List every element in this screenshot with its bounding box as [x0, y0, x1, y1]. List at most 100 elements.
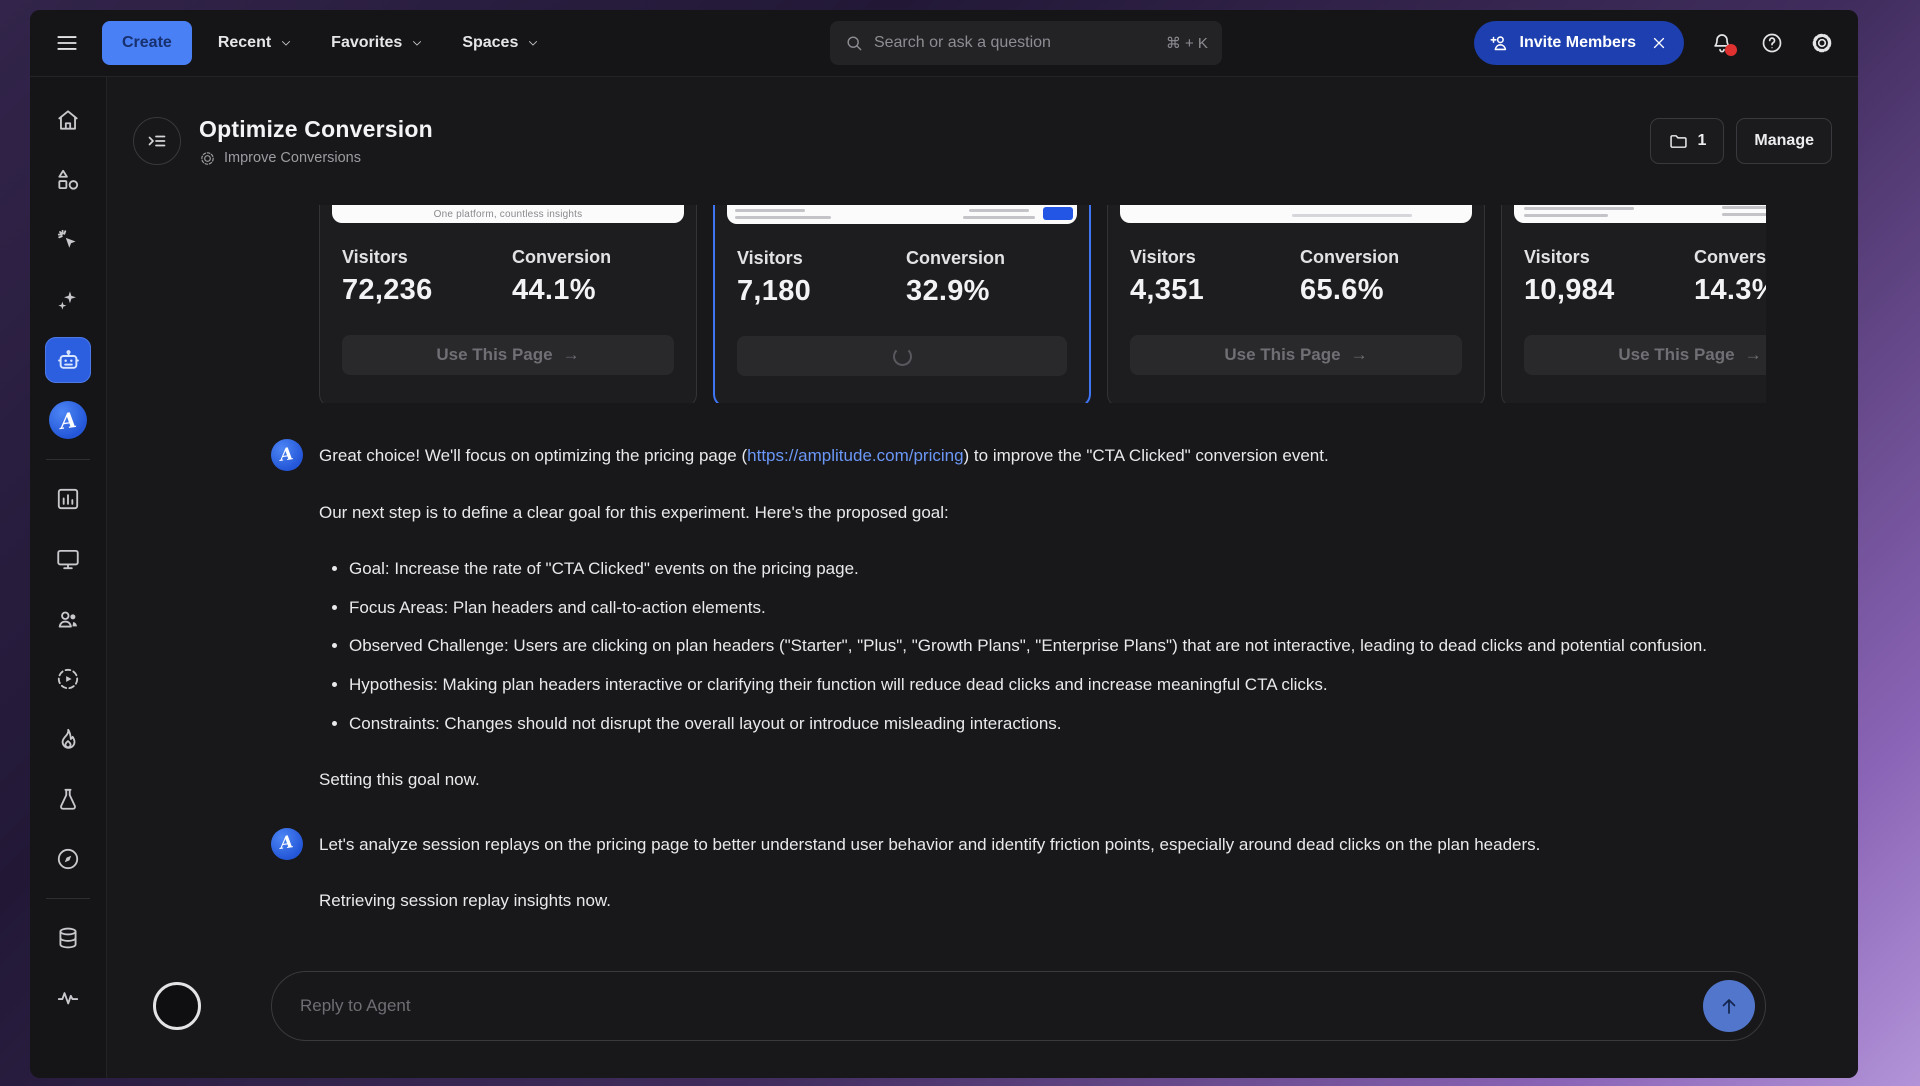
page-header: Optimize Conversion Improve Conversions …	[107, 77, 1858, 205]
page-thumbnail	[725, 205, 1079, 224]
conversion-value: 44.1%	[512, 274, 674, 307]
page-thumbnail	[1512, 205, 1766, 223]
arrow-right-icon: →	[1745, 345, 1762, 365]
reply-box	[271, 971, 1766, 1041]
sidebar-item-dashboards[interactable]	[55, 546, 81, 572]
page-option-card[interactable]: One platform, countless insights Visitor…	[319, 205, 697, 403]
page-option-card[interactable]: Visitors Conversion 4,351 65.6% Use This…	[1107, 205, 1485, 403]
agent-message: A Great choice! We'll focus on optimizin…	[319, 441, 1766, 796]
chat-scroll-area[interactable]: One platform, countless insights Visitor…	[107, 205, 1858, 960]
play-circle-icon	[55, 666, 81, 692]
loading-spinner-icon	[893, 347, 912, 366]
sidebar-item-amplitude[interactable]: A	[49, 401, 87, 439]
notifications-button[interactable]	[1710, 31, 1734, 55]
sidebar-item-home[interactable]	[55, 107, 81, 133]
use-this-page-button[interactable]: Use This Page →	[1130, 335, 1462, 375]
users-icon	[55, 606, 81, 632]
invite-dismiss-button[interactable]	[1650, 34, 1668, 52]
agent-stop-button[interactable]	[153, 982, 201, 1030]
chevron-down-icon	[526, 36, 540, 50]
conversion-label: Conversion	[1694, 247, 1766, 268]
conversion-value: 14.3%	[1694, 274, 1766, 307]
page-option-card-selected[interactable]: Visitors Conversion 7,180 32.9%	[713, 205, 1091, 403]
reply-composer	[107, 960, 1858, 1078]
amplitude-logo-icon: A	[58, 406, 78, 433]
sidebar-item-experiment[interactable]	[55, 786, 81, 812]
search-input[interactable]: Search or ask a question ⌘ + K	[830, 21, 1222, 65]
chevron-down-icon	[410, 36, 424, 50]
chevron-down-icon	[279, 36, 293, 50]
indent-lines-icon	[145, 129, 169, 153]
use-this-page-button[interactable]: Use This Page →	[342, 335, 674, 375]
app-window: Create Recent Favorites Spaces Search or…	[30, 10, 1858, 1078]
folder-icon	[1668, 131, 1689, 152]
message-paragraph: Let's analyze session replays on the pri…	[319, 830, 1766, 861]
search-shortcut: ⌘ + K	[1166, 34, 1208, 52]
sidebar-item-session-replay[interactable]	[55, 666, 81, 692]
create-button[interactable]: Create	[102, 21, 192, 65]
page-option-card[interactable]: Visitors Conversion 10,984 14.3% Use Thi…	[1501, 205, 1766, 403]
sidebar-item-data[interactable]	[55, 925, 81, 951]
invite-members-button[interactable]: Invite Members	[1474, 21, 1684, 65]
recent-menu[interactable]: Recent	[218, 34, 293, 52]
loading-button	[737, 336, 1067, 376]
sidebar-divider	[46, 898, 90, 899]
conversion-label: Conversion	[512, 247, 674, 268]
person-plus-icon	[1488, 32, 1510, 54]
flask-icon	[55, 786, 81, 812]
sidebar-item-web-experiment[interactable]	[55, 846, 81, 872]
collapse-panel-button[interactable]	[133, 117, 181, 165]
goal-target-icon	[199, 150, 216, 167]
question-circle-icon	[1760, 31, 1784, 55]
sidebar-item-objects[interactable]	[55, 167, 81, 193]
pulse-icon	[55, 985, 81, 1011]
page-thumbnail	[1118, 205, 1474, 223]
sidebar-item-agent[interactable]	[45, 337, 91, 383]
workspace-count-button[interactable]: 1	[1650, 118, 1725, 164]
spaces-menu[interactable]: Spaces	[462, 34, 540, 52]
favorites-menu[interactable]: Favorites	[331, 34, 424, 52]
goal-bullet-list: Goal: Increase the rate of "CTA Clicked"…	[319, 554, 1766, 739]
search-icon	[844, 33, 864, 53]
visitors-value: 7,180	[737, 275, 906, 308]
settings-button[interactable]	[1810, 31, 1834, 55]
bullet-goal: Goal: Increase the rate of "CTA Clicked"…	[349, 554, 1766, 585]
help-button[interactable]	[1760, 31, 1784, 55]
arrow-up-icon	[1717, 994, 1741, 1018]
page-subtitle: Improve Conversions	[224, 150, 361, 166]
manage-button[interactable]: Manage	[1736, 118, 1832, 164]
sidebar-item-charts[interactable]	[55, 486, 81, 512]
hamburger-icon	[54, 30, 80, 56]
agent-message: A Let's analyze session replays on the p…	[319, 830, 1766, 917]
shapes-icon	[55, 167, 81, 193]
sidebar-item-ai[interactable]	[55, 287, 81, 313]
gear-icon	[1810, 31, 1834, 55]
bar-chart-icon	[55, 486, 81, 512]
pricing-page-link[interactable]: https://amplitude.com/pricing	[747, 446, 963, 465]
message-paragraph: Great choice! We'll focus on optimizing …	[319, 441, 1766, 472]
sidebar-item-autocapture[interactable]	[55, 227, 81, 253]
top-nav: Create Recent Favorites Spaces Search or…	[30, 10, 1858, 77]
visitors-label: Visitors	[1524, 247, 1694, 268]
conversion-value: 32.9%	[906, 275, 1067, 308]
page-title: Optimize Conversion	[199, 116, 433, 143]
use-this-page-button[interactable]: Use This Page →	[1524, 335, 1766, 375]
sidebar-item-users[interactable]	[55, 606, 81, 632]
agent-avatar: A	[271, 828, 303, 860]
sidebar-divider	[46, 459, 90, 460]
close-icon	[1650, 34, 1668, 52]
hamburger-menu-button[interactable]	[54, 30, 80, 56]
robot-icon	[55, 347, 82, 374]
thumbnail-caption: One platform, countless insights	[332, 209, 684, 220]
visitors-label: Visitors	[1130, 247, 1300, 268]
visitors-label: Visitors	[737, 248, 906, 269]
message-status-line: Setting this goal now.	[319, 765, 1766, 796]
bullet-constraints: Constraints: Changes should not disrupt …	[349, 709, 1766, 740]
sparkles-icon	[55, 287, 81, 313]
visitors-value: 4,351	[1130, 274, 1300, 307]
reply-input[interactable]	[300, 996, 1703, 1016]
sidebar-item-activity[interactable]	[55, 985, 81, 1011]
sidebar-item-heatmap[interactable]	[55, 726, 81, 752]
visitors-value: 10,984	[1524, 274, 1694, 307]
send-button[interactable]	[1703, 980, 1755, 1032]
